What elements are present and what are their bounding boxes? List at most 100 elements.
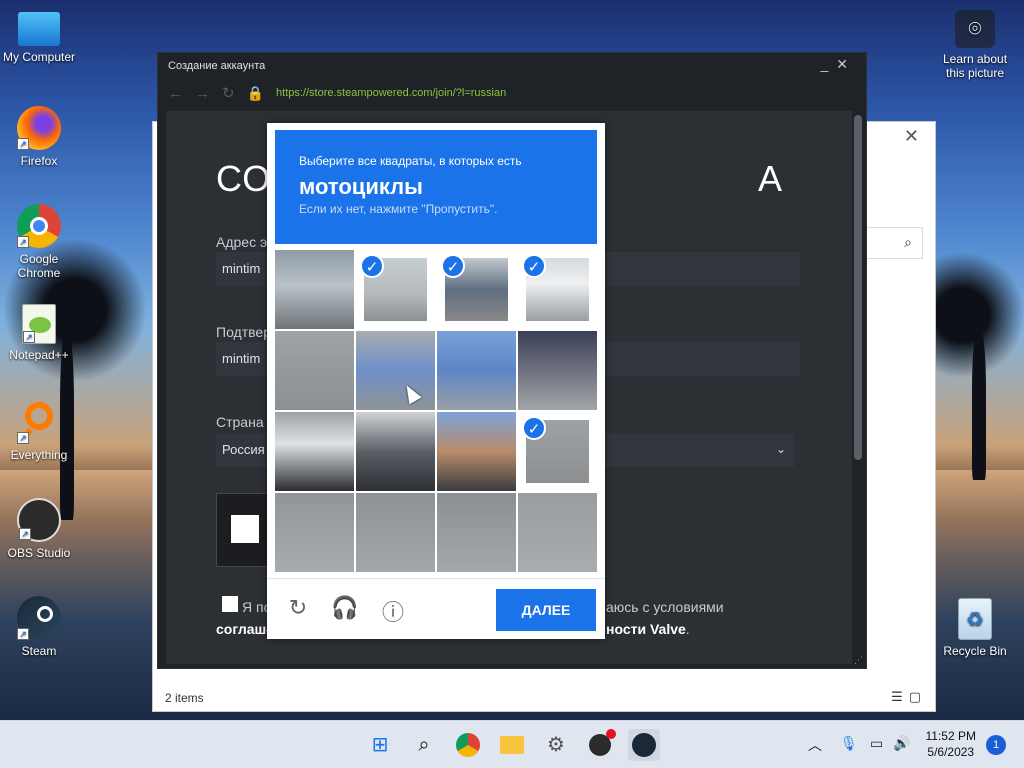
captcha-header: Выберите все квадраты, в которых есть мо… — [275, 130, 597, 244]
scrollbar[interactable] — [854, 115, 862, 460]
captcha-tile[interactable] — [275, 412, 354, 491]
captcha-tile[interactable] — [275, 493, 354, 572]
search-icon: ⌕ — [904, 234, 912, 250]
desktop-icon-label: Firefox — [20, 154, 58, 168]
address-bar: ← → ↻ 🔒 https://store.steampowered.com/j… — [158, 79, 866, 107]
reload-icon[interactable]: ↻ — [284, 595, 312, 621]
desktop-icon-learn-about[interactable]: ⌾ Learn about this picture — [934, 10, 1016, 80]
resize-grip-icon[interactable]: ⋰ — [854, 655, 863, 666]
back-icon[interactable]: ← — [168, 85, 183, 102]
recycle-bin-icon: ♻ — [958, 598, 992, 640]
agree-text-tail: аюсь с условиями — [606, 599, 724, 615]
view-toggle-icons[interactable]: ☰▢ — [891, 689, 927, 705]
window-titlebar[interactable]: Создание аккаунта _✕ — [158, 53, 866, 79]
country-label: Страна — [216, 414, 264, 430]
shortcut-arrow-icon: ↗ — [17, 628, 29, 640]
captcha-tile-image — [275, 412, 354, 491]
network-icon[interactable]: ▭ — [870, 735, 883, 752]
captcha-challenge-popup: Выберите все квадраты, в которых есть мо… — [267, 123, 605, 639]
captcha-tile-image — [437, 412, 516, 491]
start-icon[interactable]: ⊞ — [364, 729, 396, 761]
microphone-icon[interactable]: 🎙 — [840, 735, 858, 752]
volume-icon[interactable]: 🔊 — [893, 735, 910, 752]
reload-icon[interactable]: ↻ — [222, 84, 235, 102]
captcha-target: мотоциклы — [299, 174, 423, 199]
agree-period: . — [685, 621, 690, 637]
captcha-tile-image — [518, 331, 597, 410]
chrome-icon: ↗ — [17, 204, 61, 248]
confirm-email-value: mintim — [222, 351, 261, 366]
desktop-icon-notepadpp[interactable]: ↗ Notepad++ — [0, 304, 78, 362]
window-title: Создание аккаунта — [168, 60, 266, 72]
captcha-tile[interactable] — [437, 412, 516, 491]
obs-taskbar-icon[interactable] — [584, 729, 616, 761]
obs-icon: ↗ — [17, 498, 61, 542]
captcha-tile-image — [356, 493, 435, 572]
close-icon[interactable]: ✕ — [904, 126, 919, 147]
checkmark-icon: ✓ — [441, 254, 465, 278]
page-title: СО — [216, 158, 272, 199]
captcha-tile[interactable] — [275, 250, 354, 329]
divider — [267, 578, 605, 579]
captcha-tile[interactable] — [518, 331, 597, 410]
chrome-taskbar-icon[interactable] — [452, 729, 484, 761]
minimize-icon[interactable]: _ — [820, 56, 836, 72]
window-controls[interactable]: _✕ — [820, 56, 856, 73]
steam-taskbar-icon[interactable] — [628, 729, 660, 761]
desktop-icon-label: My Computer — [2, 50, 76, 64]
country-value: Россия — [222, 442, 265, 457]
captcha-tile[interactable]: ✓ — [356, 250, 435, 329]
page-title-tail: А — [757, 158, 782, 199]
shortcut-arrow-icon: ↗ — [17, 138, 29, 150]
shortcut-arrow-icon: ↗ — [19, 528, 31, 540]
captcha-tile[interactable]: ✓ — [437, 250, 516, 329]
notification-badge[interactable]: 1 — [986, 735, 1006, 755]
desktop-icon-label: Everything — [10, 448, 68, 462]
captcha-tile-image — [437, 331, 516, 410]
settings-gear-icon[interactable]: ⚙ — [540, 729, 572, 761]
captcha-hint: Если их нет, нажмите "Пропустить". — [299, 202, 498, 216]
captcha-tile[interactable] — [275, 331, 354, 410]
desktop-icon-firefox[interactable]: ↗ Firefox — [0, 106, 78, 168]
captcha-checkbox[interactable] — [231, 515, 259, 543]
checkmark-icon: ✓ — [522, 254, 546, 278]
desktop-icon-label: Steam — [21, 644, 57, 658]
clock-time: 11:52 PM — [925, 729, 976, 743]
desktop-icon-obs[interactable]: ↗ OBS Studio — [0, 498, 78, 560]
clock[interactable]: 11:52 PM 5/6/2023 — [926, 728, 976, 760]
captcha-tile[interactable] — [437, 493, 516, 572]
captcha-tile[interactable] — [518, 493, 597, 572]
agree-checkbox[interactable] — [222, 596, 238, 612]
privacy-link[interactable]: ности Valve — [606, 621, 686, 637]
agreement-link[interactable]: соглаше — [216, 621, 274, 637]
captcha-tile-image — [275, 331, 354, 410]
desktop-icon-label: Learn about this picture — [942, 52, 1008, 80]
email-label: Адрес э — [216, 234, 268, 250]
desktop-icon-my-computer[interactable]: My Computer — [0, 10, 78, 64]
folder-icon[interactable] — [496, 729, 528, 761]
desktop-icon-everything[interactable]: ↗ Everything — [0, 400, 78, 462]
captcha-tile[interactable] — [437, 331, 516, 410]
captcha-instruction: Выберите все квадраты, в которых есть — [299, 154, 522, 168]
camera-icon: ⌾ — [955, 10, 995, 48]
desktop-icon-chrome[interactable]: ↗ Google Chrome — [0, 204, 78, 280]
captcha-tile[interactable]: ✓ — [518, 412, 597, 491]
captcha-tile[interactable] — [356, 412, 435, 491]
shortcut-arrow-icon: ↗ — [17, 236, 29, 248]
notepadpp-icon: ↗ — [22, 304, 56, 344]
next-button[interactable]: ДАЛЕЕ — [496, 589, 596, 631]
captcha-tile[interactable] — [356, 331, 435, 410]
desktop-icon-recycle-bin[interactable]: ♻ Recycle Bin — [936, 598, 1014, 658]
desktop-icon-label: Google Chrome — [17, 252, 61, 280]
steam-icon: ↗ — [17, 596, 61, 640]
captcha-tile[interactable]: ✓ — [518, 250, 597, 329]
desktop-icon-steam[interactable]: ↗ Steam — [0, 596, 78, 658]
close-icon[interactable]: ✕ — [836, 56, 856, 72]
chevron-down-icon: ⌄ — [775, 442, 786, 456]
info-icon[interactable]: ⓘ — [379, 595, 407, 627]
headphones-icon[interactable]: 🎧 — [331, 595, 359, 621]
chevron-up-icon[interactable]: ︿ — [808, 735, 822, 755]
forward-icon[interactable]: → — [195, 85, 210, 102]
captcha-tile[interactable] — [356, 493, 435, 572]
search-icon[interactable]: ⌕ — [408, 729, 440, 761]
